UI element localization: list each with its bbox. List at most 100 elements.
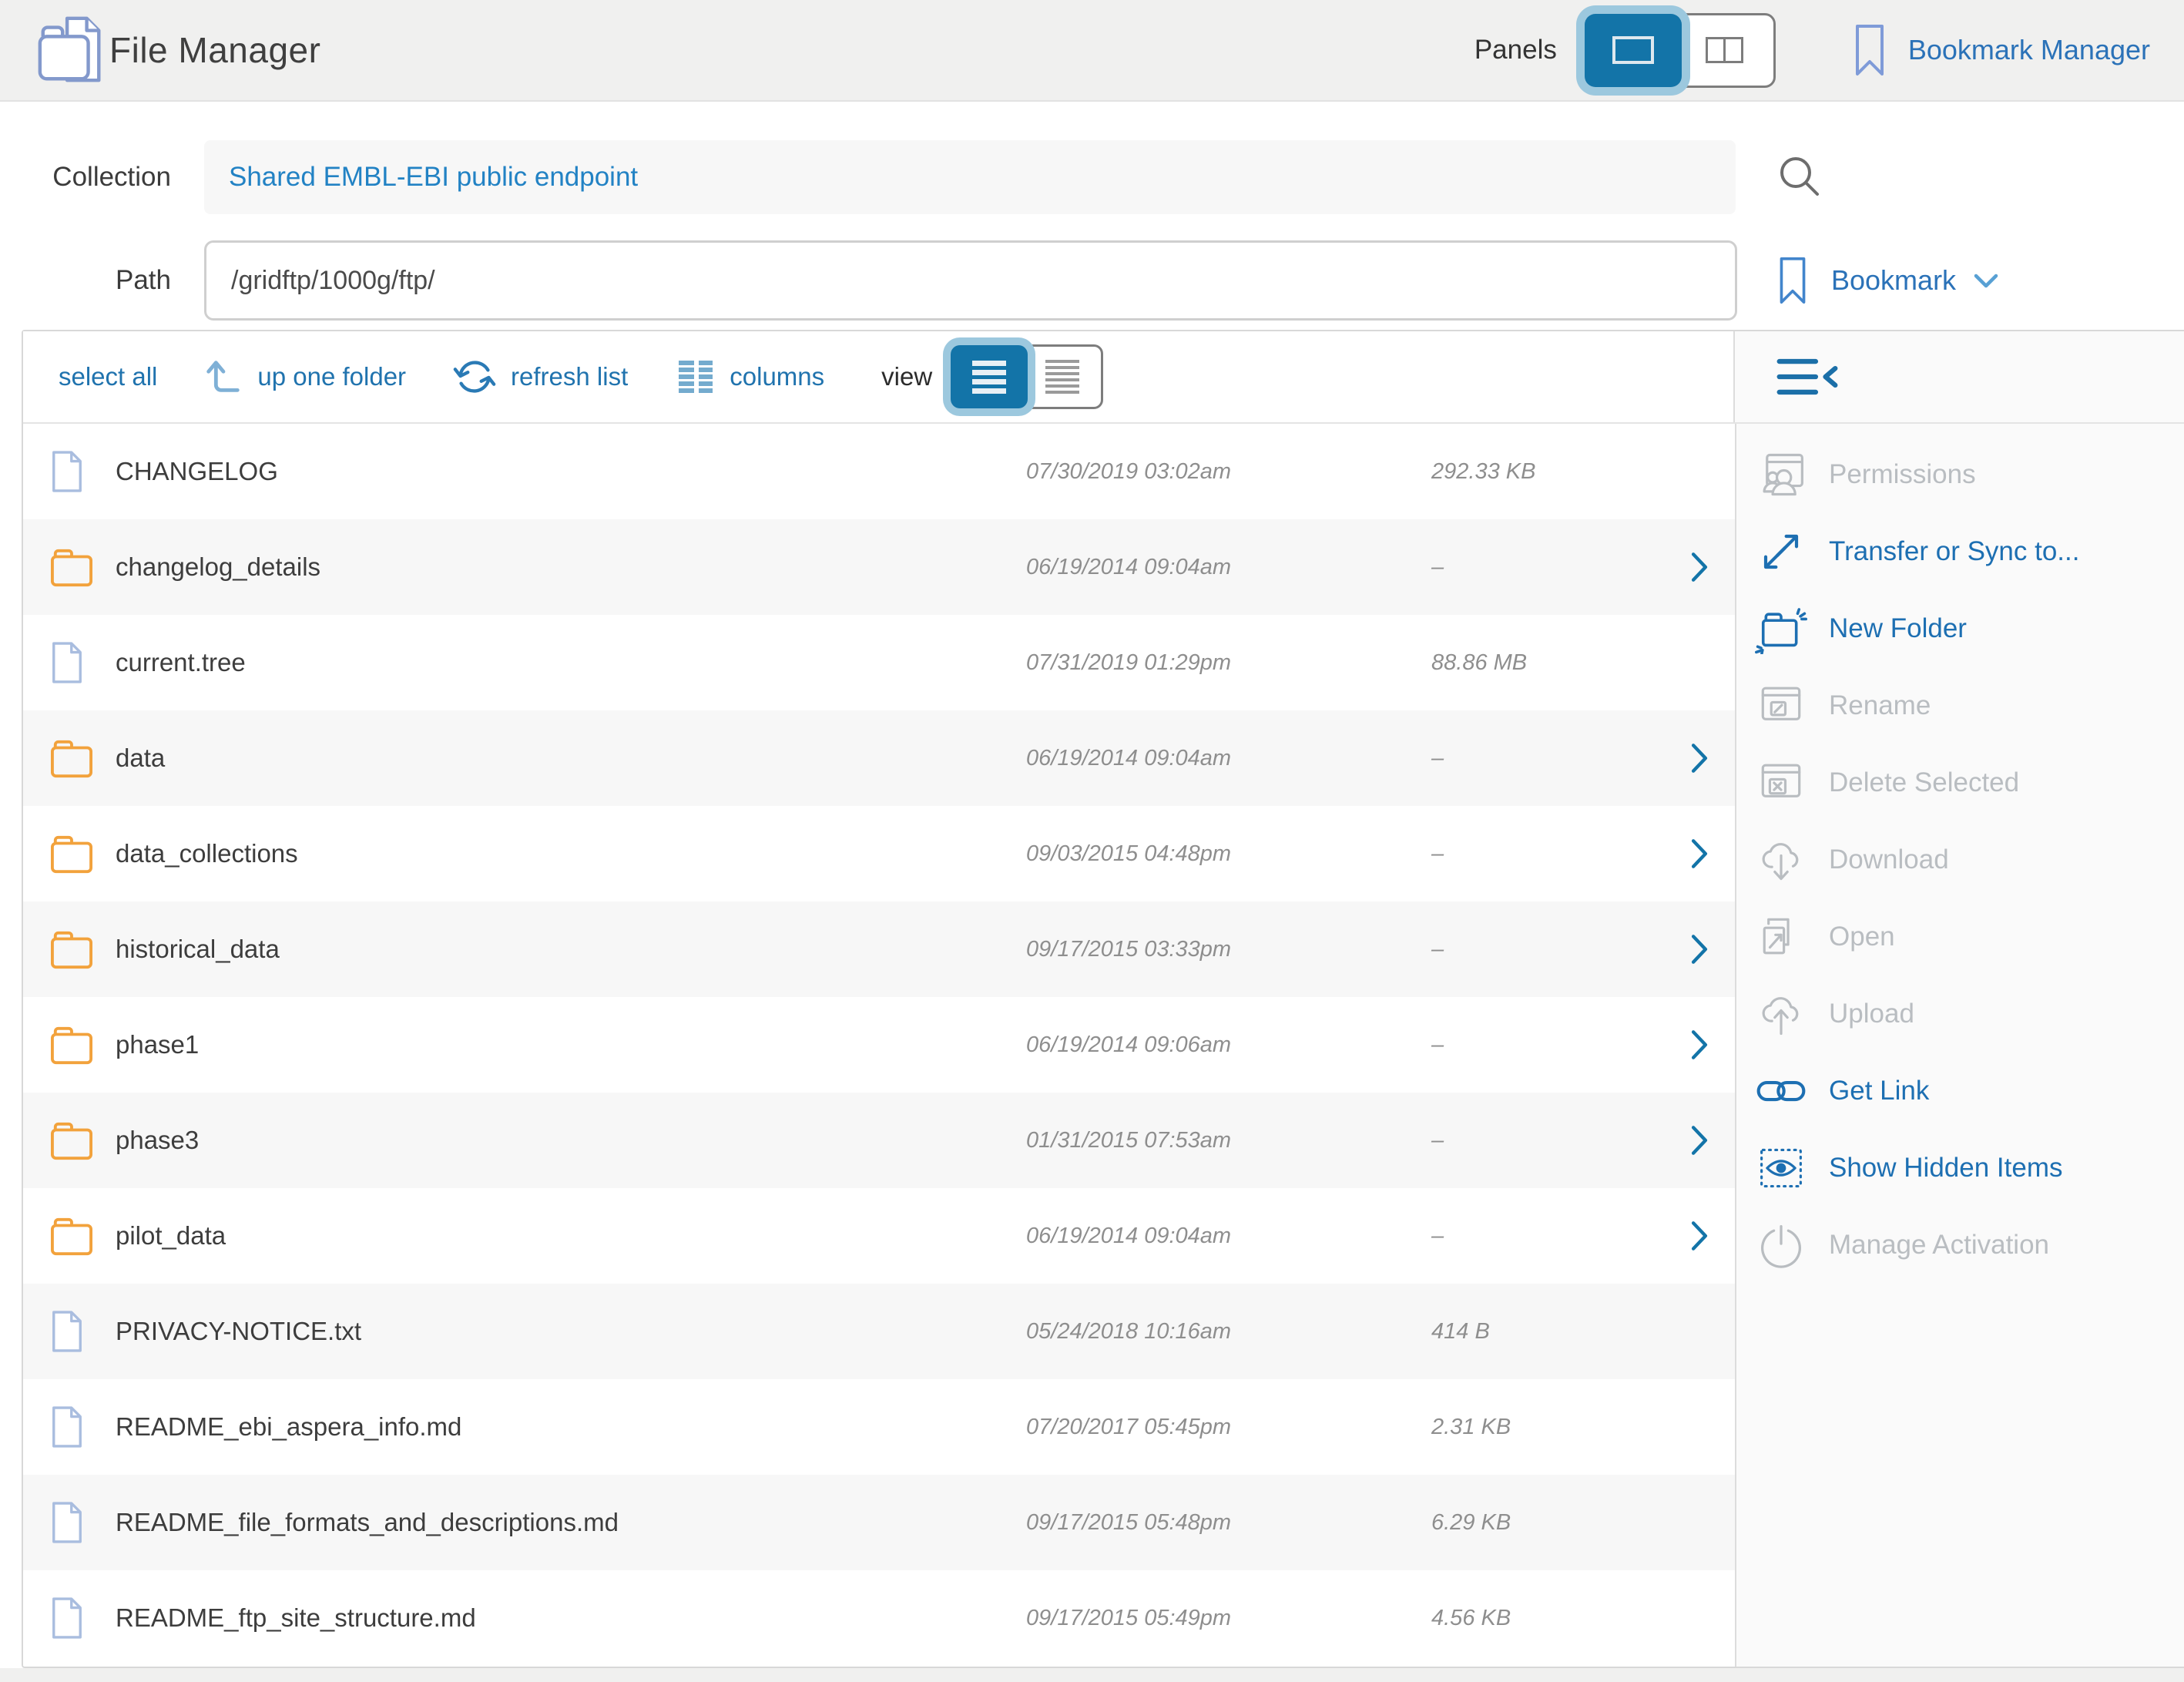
chevron-cell: [1664, 1217, 1735, 1254]
sidebar-item-new-folder[interactable]: New Folder: [1736, 590, 2184, 667]
folder-icon: [49, 546, 94, 588]
sidebar-item-label: Upload: [1829, 999, 1914, 1029]
table-row[interactable]: data_collections09/03/2015 04:48pm–: [23, 806, 1735, 901]
file-type-cell: [23, 546, 116, 588]
view-toggle: [951, 344, 1103, 409]
file-size: –: [1402, 1128, 1664, 1153]
chevron-cell: [1664, 1026, 1735, 1063]
file-icon: [49, 1500, 85, 1545]
file-date: 07/31/2019 01:29pm: [1001, 650, 1402, 676]
file-name: data_collections: [116, 839, 1001, 868]
table-row[interactable]: README_file_formats_and_descriptions.md0…: [23, 1475, 1735, 1570]
refresh-list-button[interactable]: refresh list: [452, 354, 628, 399]
collection-field[interactable]: Shared EMBL-EBI public endpoint: [204, 140, 1736, 214]
list-view-icon: [972, 361, 1006, 394]
file-name: data: [116, 744, 1001, 773]
panels-toggle: [1585, 13, 1776, 88]
path-input[interactable]: [204, 240, 1737, 321]
bookmark-icon: [1777, 255, 1808, 306]
table-row[interactable]: historical_data09/17/2015 03:33pm–: [23, 901, 1735, 997]
list-view-button[interactable]: [951, 345, 1028, 408]
file-size: 292.33 KB: [1402, 459, 1664, 485]
file-icon: [49, 1309, 85, 1354]
table-row[interactable]: CHANGELOG07/30/2019 03:02am292.33 KB: [23, 424, 1735, 519]
table-row[interactable]: README_ftp_site_structure.md09/17/2015 0…: [23, 1570, 1735, 1666]
page-footer: [0, 1668, 2184, 1682]
open-folder-chevron-icon[interactable]: [1689, 835, 1710, 872]
chevron-cell: [1664, 931, 1735, 968]
sidebar-item-manage-activation: Manage Activation: [1736, 1207, 2184, 1284]
up-arrow-icon: [202, 356, 243, 398]
table-row[interactable]: changelog_details06/19/2014 09:04am–: [23, 519, 1735, 615]
single-panel-icon: [1612, 36, 1654, 64]
file-name: phase3: [116, 1126, 1001, 1155]
compact-view-button[interactable]: [1022, 344, 1103, 409]
list-toolbar-left: select all up one folder: [23, 331, 1733, 422]
path-row: Path Bookmark: [0, 240, 2184, 321]
file-date: 09/17/2015 03:33pm: [1001, 937, 1402, 962]
sidebar-item-label: Delete Selected: [1829, 767, 2019, 798]
sidebar-item-label: Rename: [1829, 690, 1931, 721]
file-date: 07/30/2019 03:02am: [1001, 459, 1402, 485]
download-icon: [1747, 836, 1815, 884]
file-manager-logo-icon: [34, 12, 109, 88]
file-size: –: [1402, 555, 1664, 580]
open-folder-chevron-icon[interactable]: [1689, 1026, 1710, 1063]
sidebar-item-label: Permissions: [1829, 459, 1976, 490]
file-name: historical_data: [116, 935, 1001, 964]
bookmark-button[interactable]: Bookmark: [1777, 255, 1999, 306]
bookmark-manager-label: Bookmark Manager: [1908, 34, 2150, 66]
bookmark-manager-link[interactable]: Bookmark Manager: [1853, 23, 2150, 77]
sidebar-item-delete: Delete Selected: [1736, 744, 2184, 821]
table-row[interactable]: PRIVACY-NOTICE.txt05/24/2018 10:16am414 …: [23, 1284, 1735, 1379]
sidebar-item-label: Manage Activation: [1829, 1230, 2049, 1261]
columns-button[interactable]: columns: [677, 359, 824, 394]
file-type-cell: [23, 833, 116, 875]
table-row[interactable]: pilot_data06/19/2014 09:04am–: [23, 1188, 1735, 1284]
file-name: changelog_details: [116, 552, 1001, 582]
sidebar-item-label: New Folder: [1829, 613, 1967, 644]
sidebar-item-get-link[interactable]: Get Link: [1736, 1053, 2184, 1130]
sidebar-item-download: Download: [1736, 821, 2184, 898]
file-list: CHANGELOG07/30/2019 03:02am292.33 KB cha…: [23, 424, 1735, 1667]
sidebar-toolbar: [1733, 331, 2184, 422]
select-all-button[interactable]: select all: [59, 362, 157, 391]
table-row[interactable]: phase301/31/2015 07:53am–: [23, 1093, 1735, 1188]
collapse-sidebar-button[interactable]: [1773, 354, 1841, 399]
compact-view-icon: [1045, 360, 1079, 394]
file-type-cell: [23, 737, 116, 779]
open-folder-chevron-icon[interactable]: [1689, 740, 1710, 777]
table-row[interactable]: current.tree07/31/2019 01:29pm88.86 MB: [23, 615, 1735, 710]
open-folder-chevron-icon[interactable]: [1689, 1217, 1710, 1254]
chevron-down-icon: [1973, 271, 1999, 290]
file-date: 07/20/2017 05:45pm: [1001, 1415, 1402, 1440]
open-folder-chevron-icon[interactable]: [1689, 1122, 1710, 1159]
file-icon: [49, 640, 85, 685]
open-icon: [1747, 914, 1815, 960]
up-one-folder-button[interactable]: up one folder: [202, 356, 406, 398]
single-panel-button[interactable]: [1585, 14, 1682, 87]
sidebar-item-rename: Rename: [1736, 667, 2184, 744]
search-button[interactable]: [1773, 149, 1828, 205]
open-folder-chevron-icon[interactable]: [1689, 549, 1710, 586]
get-link-icon: [1747, 1076, 1815, 1106]
chevron-cell: [1664, 740, 1735, 777]
open-folder-chevron-icon[interactable]: [1689, 931, 1710, 968]
table-row[interactable]: data06/19/2014 09:04am–: [23, 710, 1735, 806]
table-row[interactable]: README_ebi_aspera_info.md07/20/2017 05:4…: [23, 1379, 1735, 1475]
collection-value: Shared EMBL-EBI public endpoint: [229, 162, 638, 193]
file-date: 06/19/2014 09:04am: [1001, 555, 1402, 580]
sidebar-item-transfer[interactable]: Transfer or Sync to...: [1736, 513, 2184, 590]
file-icon: [49, 449, 85, 494]
table-row[interactable]: phase106/19/2014 09:06am–: [23, 997, 1735, 1093]
file-date: 09/03/2015 04:48pm: [1001, 841, 1402, 867]
dual-panel-button[interactable]: [1674, 13, 1776, 88]
file-icon: [49, 1596, 85, 1640]
file-type-cell: [23, 1405, 116, 1449]
chevron-cell: [1664, 1122, 1735, 1159]
folder-icon: [49, 1215, 94, 1257]
file-size: 6.29 KB: [1402, 1510, 1664, 1536]
list-toolbar: select all up one folder: [23, 331, 2184, 424]
sidebar-item-show-hidden[interactable]: Show Hidden Items: [1736, 1130, 2184, 1207]
file-browser-panel: select all up one folder: [22, 330, 2184, 1668]
